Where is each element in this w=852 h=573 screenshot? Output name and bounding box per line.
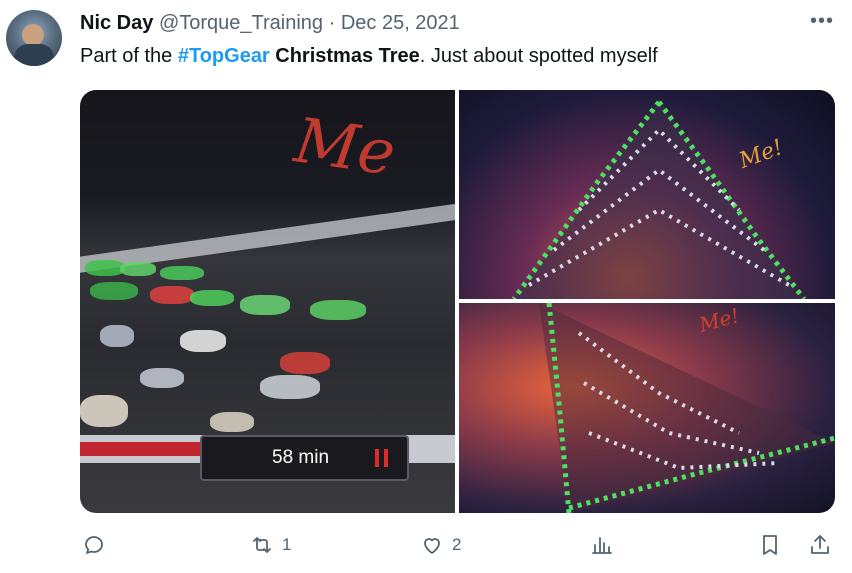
heart-icon	[424, 538, 440, 554]
timer-box: 58 min	[200, 435, 409, 481]
author-handle[interactable]: @Torque_Training	[159, 12, 323, 34]
share-icon	[811, 535, 829, 554]
lit-car	[160, 266, 204, 280]
reply-icon	[85, 536, 103, 554]
lit-car	[80, 395, 128, 427]
tweet-date[interactable]: Dec 25, 2021	[341, 12, 460, 34]
pause-icon	[375, 449, 389, 467]
media-image-bottom-right[interactable]: Me!	[459, 303, 835, 513]
retweet-icon	[253, 537, 271, 553]
lit-car	[90, 282, 138, 300]
bookmark-button[interactable]	[758, 525, 782, 565]
tweet-text-suffix: . Just about spotted myself	[419, 45, 658, 67]
like-button[interactable]: 2	[420, 525, 461, 565]
like-count: 2	[452, 535, 462, 554]
tweet-header: Nic Day @Torque_Training · Dec 25, 2021	[80, 10, 460, 36]
lit-car	[280, 352, 330, 374]
share-button[interactable]	[808, 525, 832, 565]
bookmark-icon	[763, 535, 777, 555]
avatar-body	[14, 44, 54, 66]
hashtag-link[interactable]: #TopGear	[178, 45, 270, 67]
annotation-me-left: Me	[290, 103, 400, 190]
separator-dot: ·	[328, 12, 336, 34]
lit-car	[100, 325, 134, 347]
lit-car	[210, 412, 254, 432]
author-name[interactable]: Nic Day	[80, 12, 153, 34]
reply-button[interactable]	[82, 525, 114, 565]
views-button[interactable]	[590, 525, 622, 565]
media-image-left[interactable]: 58 min Me	[80, 90, 455, 513]
analytics-icon	[592, 537, 612, 554]
lit-car	[85, 260, 125, 276]
lit-car	[180, 330, 226, 352]
lit-car	[260, 375, 320, 399]
lit-car	[120, 262, 156, 276]
timer-text: 58 min	[272, 447, 330, 468]
tweet-text-bold: Christmas Tree	[269, 45, 420, 67]
media-grid: 58 min Me Me! Me!	[80, 90, 835, 513]
christmas-tree-lights-closeup	[539, 303, 835, 513]
avatar-face	[22, 24, 44, 46]
tweet-text: Part of the #TopGear Christmas Tree. Jus…	[80, 42, 658, 70]
christmas-tree-lights	[511, 100, 806, 299]
lit-car	[140, 368, 184, 388]
lit-car	[190, 290, 234, 306]
retweet-button[interactable]: 1	[250, 525, 291, 565]
lit-car	[240, 295, 290, 315]
retweet-count: 1	[282, 535, 292, 554]
lit-car	[150, 286, 194, 304]
more-options-icon[interactable]: •••	[810, 10, 834, 33]
tweet-actions: 1 2	[0, 525, 852, 565]
media-image-top-right[interactable]: Me!	[459, 90, 835, 299]
avatar[interactable]	[6, 10, 62, 66]
tweet-text-prefix: Part of the	[80, 45, 178, 67]
lit-car	[310, 300, 366, 320]
